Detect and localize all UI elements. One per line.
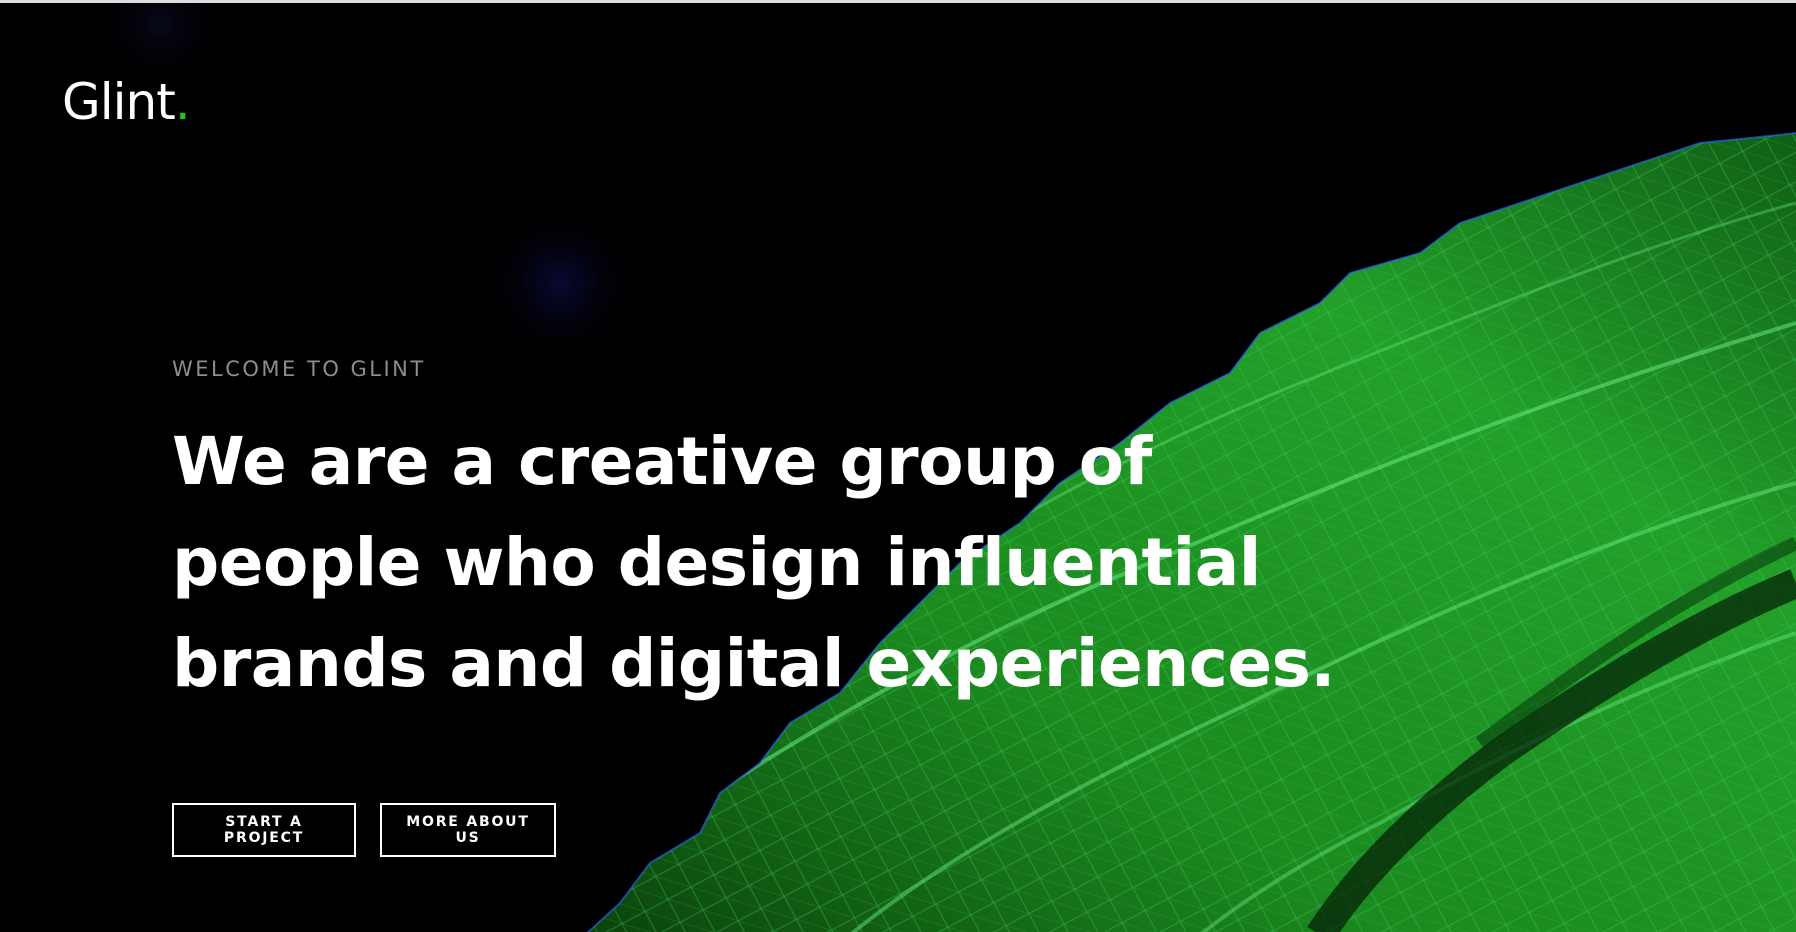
hero-eyebrow: WELCOME TO GLINT: [172, 357, 426, 381]
hero-actions: START A PROJECT MORE ABOUT US: [172, 803, 556, 857]
headline-line-2: people who design influential: [172, 524, 1261, 601]
logo-text: Glint: [62, 73, 176, 131]
site-logo[interactable]: Glint.: [62, 77, 191, 127]
hero-content: WELCOME TO GLINT We are a creative group…: [172, 357, 1372, 714]
headline-line-3: brands and digital experiences.: [172, 625, 1336, 702]
hero-headline: We are a creative group of people who de…: [172, 411, 1372, 714]
start-project-button[interactable]: START A PROJECT: [172, 803, 356, 857]
hero-section: Glint. WELCOME TO GLINT We are a creativ…: [0, 0, 1796, 932]
logo-dot: .: [174, 73, 191, 131]
headline-line-1: We are a creative group of: [172, 423, 1152, 500]
more-about-us-button[interactable]: MORE ABOUT US: [380, 803, 556, 857]
